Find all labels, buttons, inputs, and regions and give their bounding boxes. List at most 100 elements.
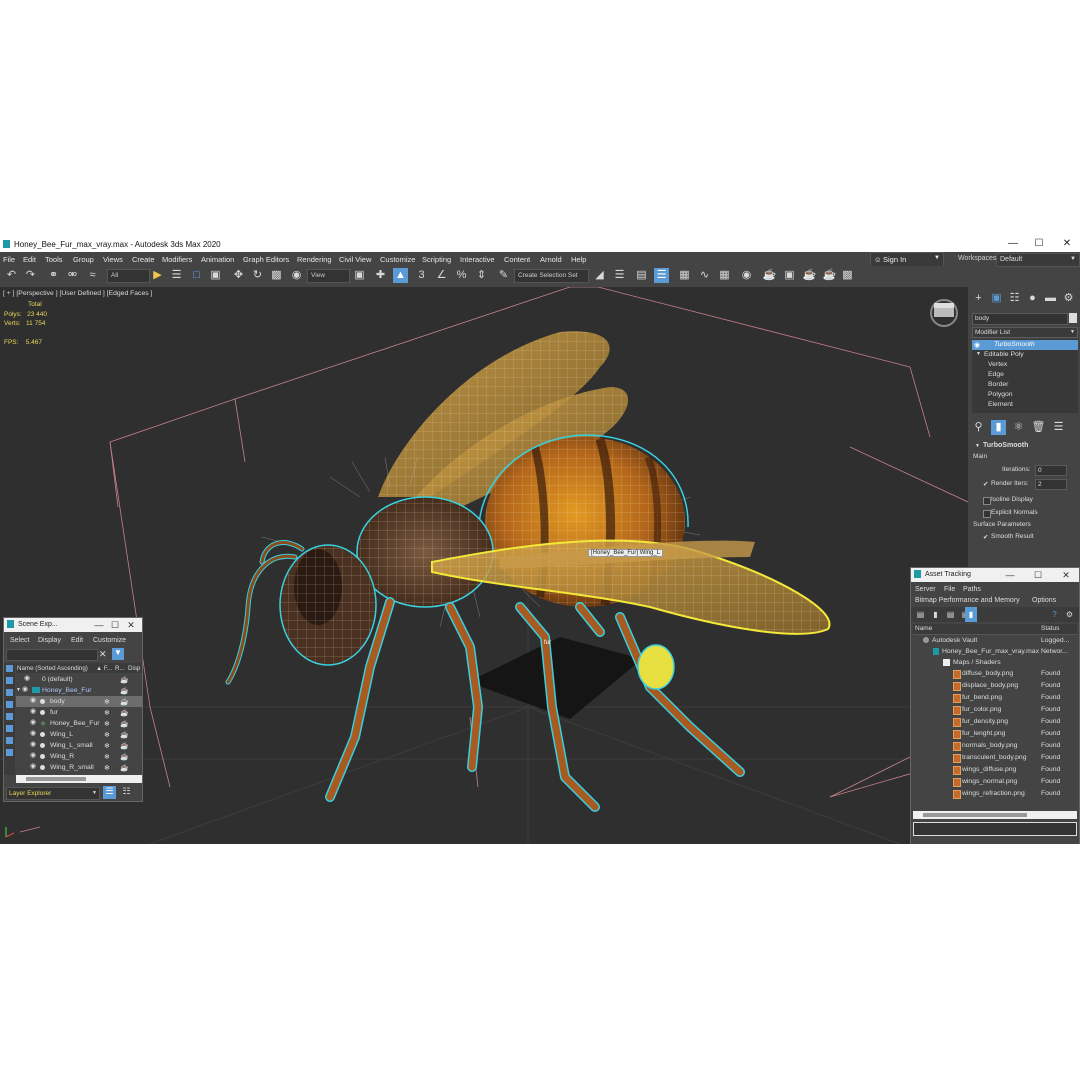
- pin-stack-icon[interactable]: ⚲: [971, 420, 986, 435]
- schematic-view-icon[interactable]: ▦: [717, 268, 732, 283]
- explicit-normals-checkbox[interactable]: [983, 510, 991, 518]
- tree-row[interactable]: ◉ 0 (default) ☕: [16, 674, 142, 685]
- scene-explorer-titlebar[interactable]: Scene Exp... — ☐ ✕: [4, 618, 142, 632]
- eye-icon[interactable]: ◉: [22, 686, 30, 693]
- eye-icon[interactable]: ◉: [974, 341, 980, 349]
- motion-tab-icon[interactable]: ●: [1025, 291, 1040, 306]
- menu-help[interactable]: Help: [571, 255, 586, 264]
- pivot-center-icon[interactable]: ▣: [352, 268, 367, 283]
- column-name[interactable]: Name: [915, 625, 932, 632]
- make-unique-icon[interactable]: ⚛: [1011, 420, 1026, 435]
- asset-row-map[interactable]: fur_density.png Found: [913, 716, 1077, 727]
- workspace-select[interactable]: Default ▼: [996, 253, 1080, 267]
- stack-item-border[interactable]: Border: [972, 380, 1078, 390]
- display-cameras-icon[interactable]: [6, 701, 13, 708]
- menu-graph-editors[interactable]: Graph Editors: [243, 255, 289, 264]
- tree-row[interactable]: ◉ fur ❄ ☕: [16, 707, 142, 718]
- scale-icon[interactable]: ▩: [269, 268, 284, 283]
- curve-editor-icon[interactable]: ∿: [697, 268, 712, 283]
- modify-tab-icon[interactable]: ▣: [989, 291, 1004, 306]
- rendered-frame-window-icon[interactable]: ▣: [782, 268, 797, 283]
- display-bones-icon[interactable]: [6, 749, 13, 756]
- column-render[interactable]: R...: [115, 665, 125, 672]
- menu-edit[interactable]: Edit: [23, 255, 36, 264]
- column-status[interactable]: Status: [1041, 625, 1059, 632]
- toggle-layer-explorer-icon[interactable]: ☰: [654, 268, 669, 283]
- asset-row-map[interactable]: fur_color.png Found: [913, 704, 1077, 715]
- stack-item-polygon[interactable]: Polygon: [972, 390, 1078, 400]
- keyboard-shortcut-override-icon[interactable]: ▲: [393, 268, 408, 283]
- toggle-scene-explorer-icon[interactable]: ▤: [634, 268, 649, 283]
- select-object-icon[interactable]: ▶: [150, 268, 165, 283]
- filter-icon[interactable]: ▼: [112, 648, 124, 660]
- named-selection-set-select[interactable]: Create Selection Set: [514, 269, 589, 283]
- menu-content[interactable]: Content: [504, 255, 530, 264]
- tree-row[interactable]: ▼ ◉ Honey_Bee_Fur ☕: [16, 685, 142, 696]
- render-iters-spinner[interactable]: 2: [1035, 479, 1067, 490]
- scrollbar-thumb[interactable]: [26, 777, 86, 781]
- list-view-icon[interactable]: ▮: [965, 607, 977, 622]
- close-button[interactable]: ✕: [124, 619, 138, 631]
- select-by-name-icon[interactable]: ☰: [169, 268, 184, 283]
- asset-row-map[interactable]: fur_lenght.png Found: [913, 728, 1077, 739]
- menu-bitmap-performance[interactable]: Bitmap Performance and Memory: [915, 597, 1020, 604]
- sort-by-layer-icon[interactable]: ☰: [103, 786, 116, 799]
- percent-snap-icon[interactable]: %: [454, 268, 469, 283]
- menu-select[interactable]: Select: [10, 637, 29, 644]
- eye-icon[interactable]: ◉: [30, 741, 38, 748]
- settings-icon[interactable]: ⚙: [1062, 607, 1077, 622]
- tree-row-selected[interactable]: ◉ body ❄ ☕: [16, 696, 142, 707]
- asset-tracking-titlebar[interactable]: Asset Tracking — ☐ ✕: [911, 568, 1079, 582]
- stack-item-element[interactable]: Element: [972, 400, 1078, 410]
- menu-group[interactable]: Group: [73, 255, 94, 264]
- asset-row-map[interactable]: wings_diffuse.png Found: [913, 764, 1077, 775]
- menu-display[interactable]: Display: [38, 637, 61, 644]
- sort-by-hierarchy-icon[interactable]: ☷: [120, 786, 133, 799]
- check-out-icon[interactable]: ▤: [913, 607, 928, 622]
- menu-paths[interactable]: Paths: [963, 586, 981, 593]
- help-icon[interactable]: ?: [1047, 607, 1062, 622]
- reference-coordinate-select[interactable]: View: [307, 269, 350, 283]
- hierarchy-tab-icon[interactable]: ☷: [1007, 291, 1022, 306]
- rotate-icon[interactable]: ↻: [250, 268, 265, 283]
- move-icon[interactable]: ✥: [231, 268, 246, 283]
- freeze-icon[interactable]: ❄: [104, 698, 110, 706]
- menu-server[interactable]: Server: [915, 586, 936, 593]
- expand-icon[interactable]: ▼: [16, 687, 21, 693]
- menu-options[interactable]: Options: [1032, 597, 1056, 604]
- minimize-button[interactable]: —: [92, 619, 106, 631]
- freeze-icon[interactable]: ❄: [104, 720, 110, 728]
- display-tab-icon[interactable]: ▬: [1043, 291, 1058, 306]
- tree-row[interactable]: ◉ Wing_R ❄ ☕: [16, 751, 142, 762]
- perspective-viewport[interactable]: [ + ] [Perspective ] [User Defined ] [Ed…: [0, 287, 968, 844]
- eye-icon[interactable]: ◉: [30, 730, 38, 737]
- place-icon[interactable]: ◉: [289, 268, 304, 283]
- rectangular-selection-icon[interactable]: □: [189, 268, 204, 283]
- explorer-type-select[interactable]: Layer Explorer ▼: [6, 787, 100, 800]
- tree-row[interactable]: ◉ Wing_L_small ❄ ☕: [16, 740, 142, 751]
- display-lights-icon[interactable]: [6, 689, 13, 696]
- display-groups-icon[interactable]: [6, 737, 13, 744]
- menu-arnold[interactable]: Arnold: [540, 255, 562, 264]
- check-in-icon[interactable]: ▮: [928, 607, 943, 622]
- asset-row-scene-file[interactable]: Honey_Bee_Fur_max_vray.max Networ...: [913, 646, 1077, 657]
- horizontal-scrollbar[interactable]: [913, 811, 1077, 819]
- stack-item-vertex[interactable]: Vertex: [972, 360, 1078, 370]
- menu-customize[interactable]: Customize: [380, 255, 415, 264]
- asset-row-vault[interactable]: Autodesk Vault Logged...: [913, 635, 1077, 646]
- minimize-button[interactable]: —: [1002, 237, 1024, 251]
- viewport-label[interactable]: [ + ] [Perspective ] [User Defined ] [Ed…: [3, 290, 152, 297]
- show-end-result-icon[interactable]: ▮: [991, 420, 1006, 435]
- tree-row[interactable]: ◉ Wing_R_small ❄ ☕: [16, 762, 142, 773]
- eye-icon[interactable]: ◉: [24, 675, 32, 682]
- minimize-button[interactable]: —: [1003, 569, 1017, 581]
- freeze-icon[interactable]: ❄: [104, 764, 110, 772]
- asset-row-map[interactable]: transculent_body.png Found: [913, 752, 1077, 763]
- iterations-spinner[interactable]: 0: [1035, 465, 1067, 476]
- stack-item-turbosmooth[interactable]: ◉ TurboSmooth: [972, 340, 1078, 350]
- expand-icon[interactable]: ▼: [976, 351, 981, 357]
- freeze-icon[interactable]: ❄: [104, 742, 110, 750]
- maximize-button[interactable]: ☐: [1031, 569, 1045, 581]
- mirror-icon[interactable]: ◢: [592, 268, 607, 283]
- eye-icon[interactable]: ◉: [30, 763, 38, 770]
